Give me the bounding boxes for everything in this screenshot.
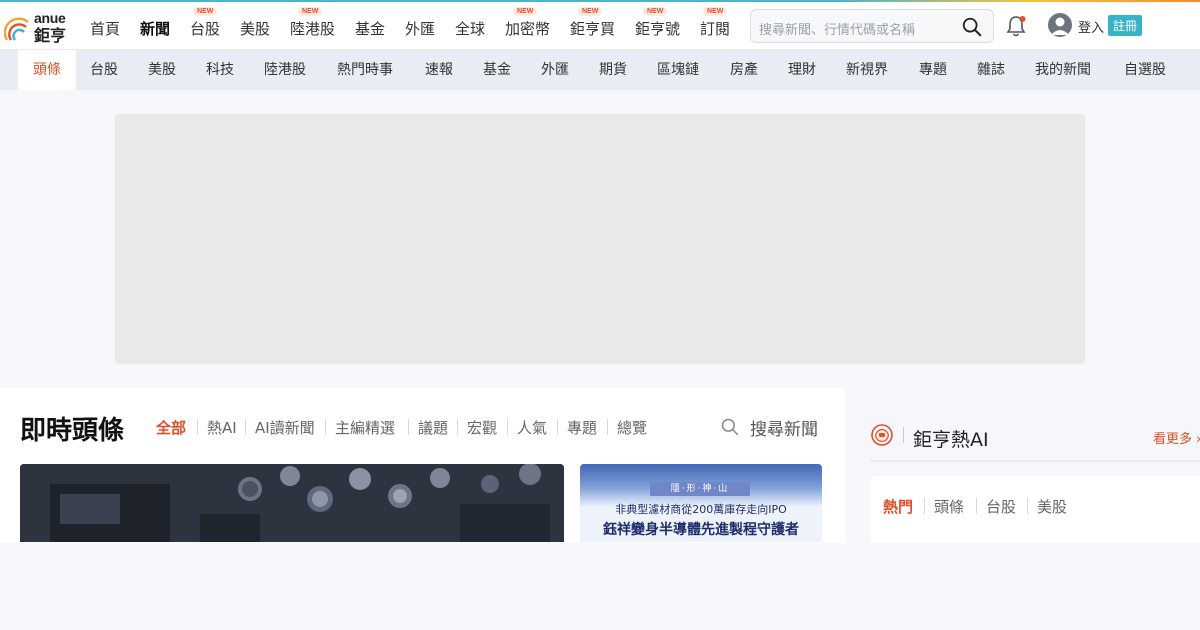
nav-new-badge: NEW — [193, 7, 218, 16]
section-title: 即時頭條 — [20, 416, 125, 446]
subnav-item-hot-topics[interactable]: 熱門時事 — [337, 50, 393, 90]
login-link[interactable]: 登入 — [1078, 17, 1104, 36]
see-more-label: 看更多 — [1153, 432, 1193, 447]
subnav-item-headlines[interactable]: 頭條 — [18, 50, 76, 90]
nav-item-cnyes-buy[interactable]: 鉅亨買 — [570, 18, 615, 39]
subnav-item-property[interactable]: 房產 — [730, 50, 758, 90]
search-input[interactable]: 搜尋新聞、行情代碼或名稱 — [750, 9, 994, 43]
promo-title: 鈺祥變身半導體先進製程守護者 — [603, 522, 799, 538]
ad-banner-placeholder[interactable] — [115, 114, 1085, 364]
subnav-item-new-vision[interactable]: 新視界 — [846, 50, 888, 90]
tab-separator — [457, 419, 458, 435]
tab-separator — [976, 498, 977, 514]
subnav-item-my-news[interactable]: 我的新聞 — [1035, 50, 1091, 90]
subnav-item-us-stock[interactable]: 美股 — [148, 50, 176, 90]
subnav-item-tw-stock[interactable]: 台股 — [90, 50, 118, 90]
tab-macro[interactable]: 宏觀 — [467, 417, 497, 438]
subnav-item-special[interactable]: 專題 — [919, 50, 947, 90]
nav-item-global[interactable]: 全球 — [455, 18, 485, 39]
nav-item-us-stock[interactable]: 美股 — [240, 18, 270, 39]
nav-item-news[interactable]: 新聞 — [140, 18, 170, 39]
tab-popular[interactable]: 人氣 — [517, 417, 547, 438]
anue-logo[interactable]: anue 鉅亨 — [4, 10, 70, 45]
tab-separator — [245, 419, 246, 435]
tab-issues[interactable]: 議題 — [418, 417, 448, 438]
subnav-item-watchlist[interactable]: 自選股 — [1124, 50, 1166, 90]
promo-image[interactable]: 隱·形·神·山 非典型濾材商從200萬庫存走向IPO 鈺祥變身半導體先進製程守護… — [580, 464, 822, 542]
subnav-item-finance[interactable]: 理財 — [788, 50, 816, 90]
page-background — [0, 543, 1200, 630]
ai-tab-hot[interactable]: 熱門 — [883, 496, 913, 517]
promo-tag: 隱·形·神·山 — [650, 482, 750, 496]
tab-hot-ai[interactable]: 熱AI — [207, 417, 237, 438]
search-icon[interactable] — [961, 16, 983, 38]
tab-separator — [607, 419, 608, 435]
tab-overview[interactable]: 總覽 — [617, 417, 647, 438]
tab-editor-picks[interactable]: 主編精選 — [335, 417, 395, 438]
see-more-link[interactable]: 看更多 › — [1153, 428, 1200, 447]
avatar[interactable] — [1048, 13, 1072, 37]
sub-navigation: 頭條 台股 美股 科技 陸港股 熱門時事 速報 基金 外匯 期貨 區塊鏈 房產 … — [0, 50, 1200, 90]
headline-image[interactable] — [20, 464, 564, 542]
subnav-item-fund[interactable]: 基金 — [483, 50, 511, 90]
chevron-right-icon: › — [1196, 432, 1200, 447]
subnav-item-blockchain[interactable]: 區塊鏈 — [657, 50, 699, 90]
nav-item-home[interactable]: 首頁 — [90, 18, 120, 39]
subnav-item-tech[interactable]: 科技 — [206, 50, 234, 90]
subnav-item-magazine[interactable]: 雜誌 — [977, 50, 1005, 90]
bell-icon[interactable] — [1005, 14, 1027, 38]
register-button[interactable]: 註冊 — [1108, 15, 1143, 36]
ai-tab-headlines[interactable]: 頭條 — [934, 496, 964, 517]
logo-rainbow-icon — [4, 17, 29, 41]
ai-brain-icon — [871, 424, 893, 446]
nav-new-badge: NEW — [578, 7, 603, 16]
subnav-item-flash[interactable]: 速報 — [425, 50, 453, 90]
news-section: 即時頭條 全部 熱AI AI讀新聞 主編精選 議題 宏觀 人氣 專題 總覽 搜尋… — [0, 388, 846, 548]
nav-item-cn-hk-stock[interactable]: 陸港股 — [290, 18, 335, 39]
nav-item-tw-stock[interactable]: 台股 — [190, 18, 220, 39]
subnav-item-futures[interactable]: 期貨 — [599, 50, 627, 90]
circuit-board-photo — [20, 464, 564, 542]
nav-new-badge: NEW — [298, 7, 323, 16]
news-search-label: 搜尋新聞 — [750, 420, 818, 440]
ai-header-separator — [903, 427, 904, 443]
promo-subtitle: 非典型濾材商從200萬庫存走向IPO — [615, 503, 787, 516]
tab-separator — [197, 419, 198, 435]
ai-tab-us-stock[interactable]: 美股 — [1037, 496, 1067, 517]
nav-item-crypto[interactable]: 加密幣 — [505, 18, 550, 39]
nav-item-fund[interactable]: 基金 — [355, 18, 385, 39]
tab-separator — [507, 419, 508, 435]
nav-item-cnyes-hao[interactable]: 鉅亨號 — [635, 18, 680, 39]
subnav-item-forex[interactable]: 外匯 — [541, 50, 569, 90]
nav-item-subscribe[interactable]: 訂閱 — [700, 18, 730, 39]
nav-new-badge: NEW — [703, 7, 728, 16]
ai-news-card: 熱門 頭條 台股 美股 — [870, 476, 1200, 548]
user-icon — [1051, 17, 1069, 35]
nav-item-forex[interactable]: 外匯 — [405, 18, 435, 39]
tab-separator — [408, 419, 409, 435]
logo-text-cnyes: 鉅亨 — [34, 26, 67, 45]
tab-all[interactable]: 全部 — [156, 417, 186, 438]
ai-section-title: 鉅亨熱AI — [913, 429, 989, 451]
nav-new-badge: NEW — [643, 7, 668, 16]
ai-divider — [870, 460, 1200, 462]
tab-separator — [325, 419, 326, 435]
tab-separator — [924, 498, 925, 514]
ai-tab-tw-stock[interactable]: 台股 — [986, 496, 1016, 517]
search-icon — [721, 418, 739, 436]
tab-ai-read-news[interactable]: AI讀新聞 — [255, 417, 315, 438]
subnav-item-cn-hk[interactable]: 陸港股 — [264, 50, 306, 90]
tab-separator — [557, 419, 558, 435]
nav-new-badge: NEW — [513, 7, 538, 16]
tab-separator — [1027, 498, 1028, 514]
ai-section-header: 鉅亨熱AI 看更多 › — [870, 422, 1200, 454]
tab-special[interactable]: 專題 — [567, 417, 597, 438]
site-header: anue 鉅亨 NEW NEW NEW NEW NEW NEW 首頁 新聞 台股… — [0, 2, 1200, 50]
search-placeholder: 搜尋新聞、行情代碼或名稱 — [759, 23, 916, 38]
